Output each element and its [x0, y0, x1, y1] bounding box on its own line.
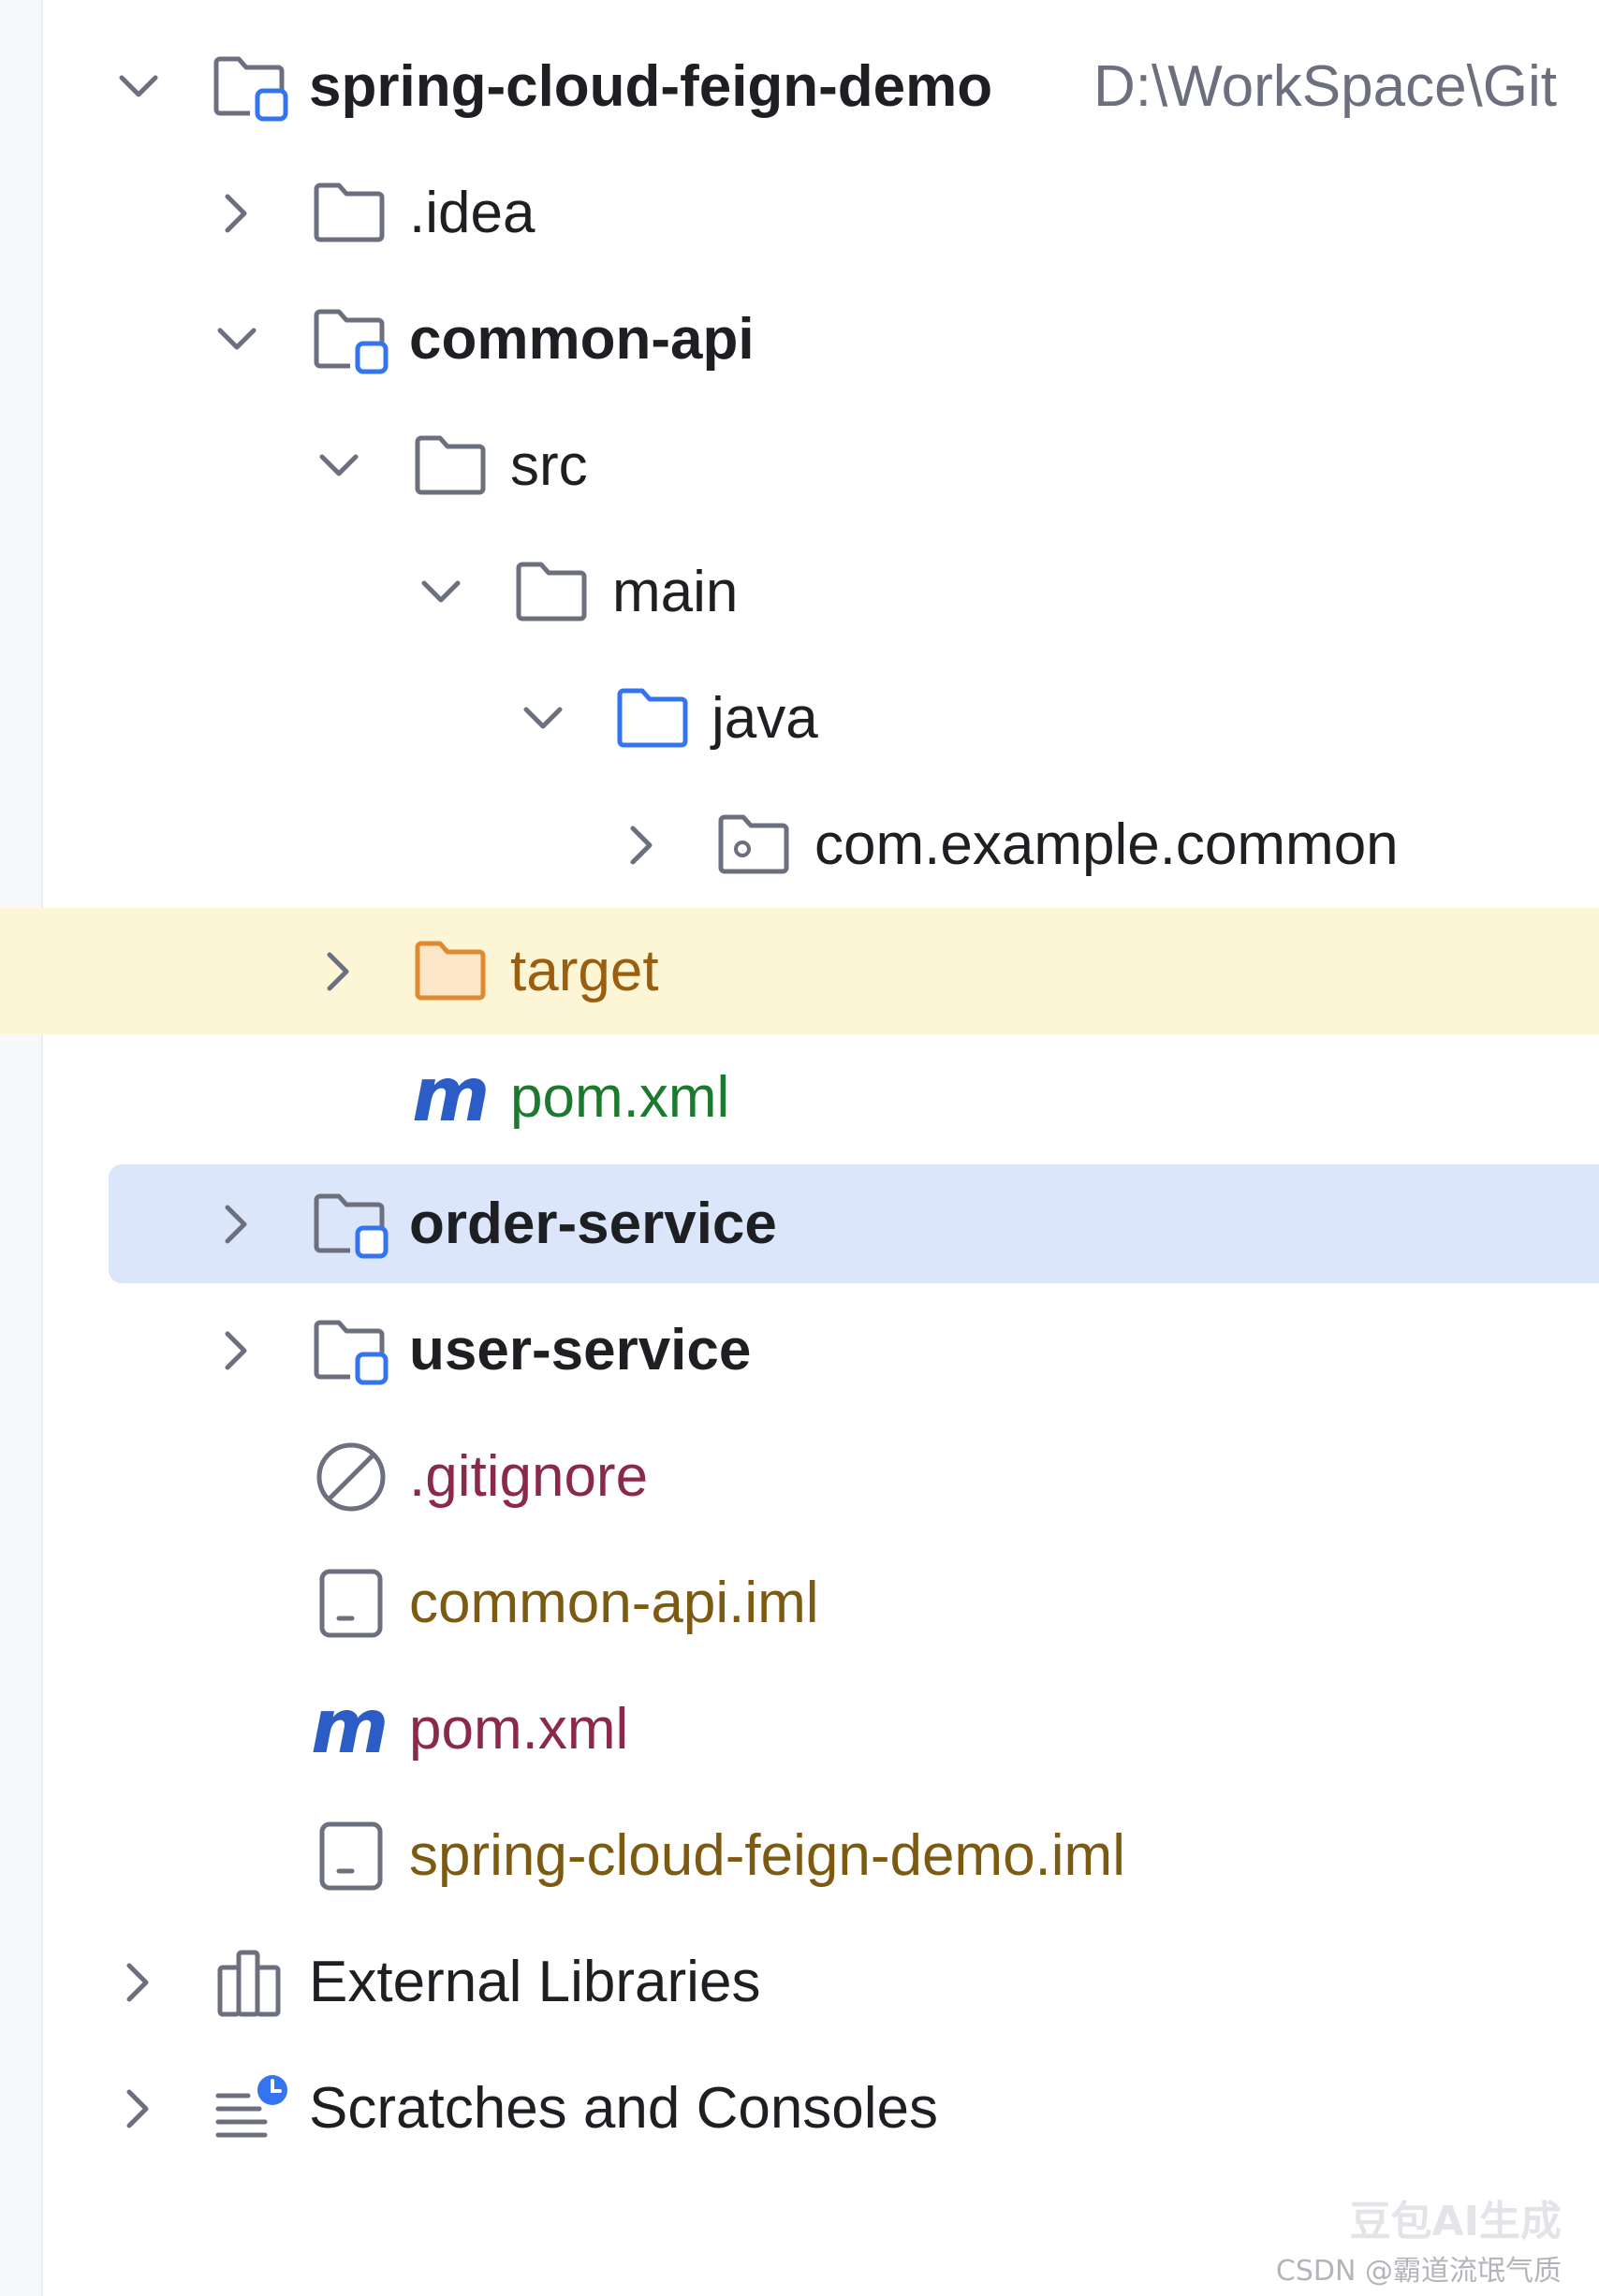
tree-row-src[interactable]: src — [0, 402, 1599, 529]
watermark-sub: CSDN @霸道流氓气质 — [1275, 2255, 1562, 2288]
module-folder-icon — [314, 1193, 389, 1259]
chevron-right-icon[interactable] — [616, 819, 668, 871]
tree-row-external-libraries[interactable]: External Libraries — [0, 1919, 1599, 2045]
tree-row-root-pom[interactable]: m pom.xml — [0, 1666, 1599, 1792]
maven-icon: m — [311, 1694, 389, 1765]
tree-row-target[interactable]: target — [0, 908, 1599, 1034]
src-folder-label: src — [510, 433, 588, 498]
root-iml-label: spring-cloud-feign-demo.iml — [409, 1823, 1125, 1888]
chevron-down-icon[interactable] — [415, 566, 467, 619]
chevron-down-icon[interactable] — [112, 61, 165, 113]
root-path: D:\WorkSpace\Git — [1093, 54, 1558, 119]
tree-row-order-service[interactable]: order-service — [0, 1161, 1599, 1287]
chevron-right-icon[interactable] — [112, 2083, 165, 2135]
root-module-label: spring-cloud-feign-demo — [309, 54, 993, 119]
chevron-down-icon[interactable] — [517, 693, 569, 745]
tree-row-common-pom[interactable]: m pom.xml — [0, 1034, 1599, 1161]
main-folder-label: main — [612, 560, 739, 624]
maven-icon: m — [412, 1062, 490, 1133]
folder-icon — [314, 183, 385, 242]
iml-file-icon — [319, 1821, 383, 1891]
iml-file-icon — [319, 1569, 383, 1638]
java-folder-label: java — [711, 686, 818, 751]
common-api-iml-label: common-api.iml — [409, 1571, 819, 1635]
excluded-folder-icon — [415, 941, 486, 1001]
chevron-right-icon[interactable] — [313, 945, 365, 998]
tree-row-java[interactable]: java — [0, 655, 1599, 782]
svg-text:m: m — [412, 1062, 490, 1133]
libraries-icon — [217, 1950, 281, 2017]
tree-row-common-api-iml[interactable]: common-api.iml — [0, 1540, 1599, 1666]
tree-row-main[interactable]: main — [0, 529, 1599, 655]
tree-row-gitignore[interactable]: .gitignore — [0, 1413, 1599, 1540]
chevron-right-icon[interactable] — [211, 1198, 263, 1250]
tree-row-package[interactable]: com.example.common — [0, 782, 1599, 908]
scratches-icon — [215, 2075, 287, 2138]
module-folder-icon — [314, 309, 389, 374]
tree-row-scratches[interactable]: Scratches and Consoles — [0, 2045, 1599, 2172]
tree-row-common-api[interactable]: common-api — [0, 276, 1599, 402]
ignore-file-icon — [316, 1442, 386, 1512]
package-icon — [718, 814, 789, 874]
folder-icon — [415, 435, 486, 495]
chevron-right-icon[interactable] — [211, 1324, 263, 1377]
tree-row-user-service[interactable]: user-service — [0, 1287, 1599, 1413]
scratches-label: Scratches and Consoles — [309, 2076, 939, 2141]
module-folder-icon — [213, 56, 288, 122]
root-pom-label: pom.xml — [409, 1697, 629, 1762]
target-folder-label: target — [510, 939, 659, 1003]
source-folder-icon — [617, 688, 688, 748]
chevron-right-icon[interactable] — [211, 187, 263, 240]
gitignore-label: .gitignore — [409, 1444, 649, 1509]
tree-row-root-iml[interactable]: spring-cloud-feign-demo.iml — [0, 1792, 1599, 1919]
project-tree[interactable]: spring-cloud-feign-demo D:\WorkSpace\Git… — [0, 23, 1599, 2172]
tree-row-root[interactable]: spring-cloud-feign-demo D:\WorkSpace\Git — [0, 23, 1599, 150]
tree-row-idea[interactable]: .idea — [0, 150, 1599, 276]
chevron-down-icon[interactable] — [211, 314, 263, 366]
order-service-label: order-service — [409, 1192, 777, 1256]
watermark: 豆包AI生成 CSDN @霸道流氓气质 — [1276, 2187, 1562, 2289]
chevron-down-icon[interactable] — [313, 440, 365, 492]
external-libraries-label: External Libraries — [309, 1950, 761, 2014]
folder-icon — [516, 562, 587, 622]
common-pom-label: pom.xml — [510, 1065, 730, 1130]
user-service-label: user-service — [409, 1318, 752, 1382]
package-label: com.example.common — [814, 812, 1399, 877]
svg-text:m: m — [311, 1694, 389, 1765]
chevron-right-icon[interactable] — [112, 1956, 165, 2009]
idea-folder-label: .idea — [409, 181, 535, 245]
common-api-label: common-api — [409, 307, 755, 372]
module-folder-icon — [314, 1320, 389, 1385]
watermark-main: 豆包AI生成 — [1349, 2198, 1562, 2245]
